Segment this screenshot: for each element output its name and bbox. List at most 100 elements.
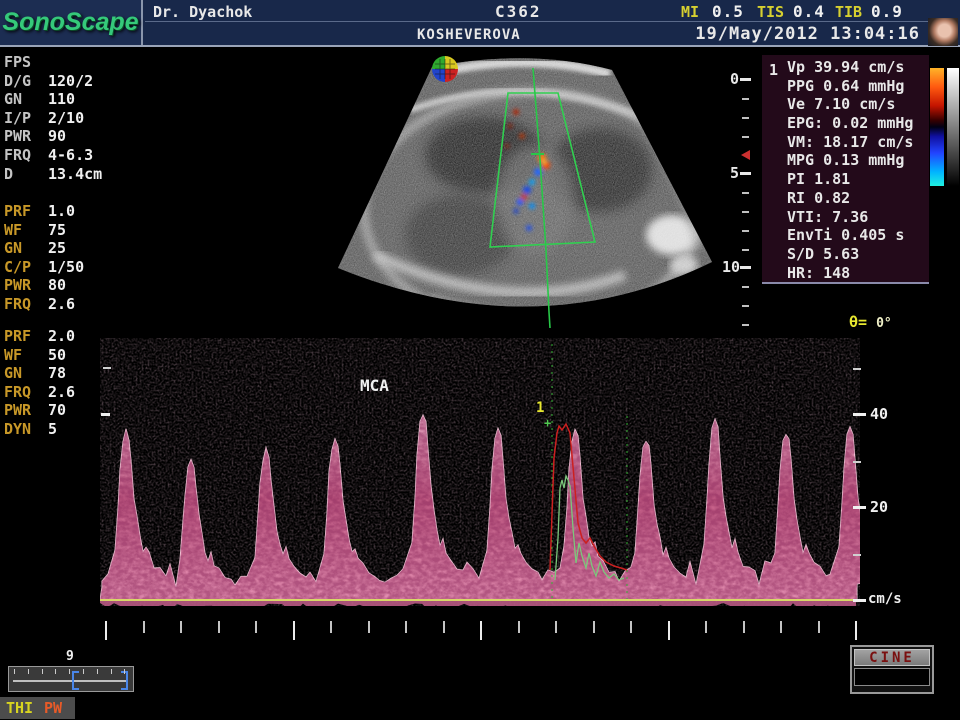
brand-area: SonoScape [0,0,143,45]
param-row: C/P1/50 [4,258,130,277]
cine-scrubber[interactable] [8,666,134,692]
velocity-tick-minor [853,368,861,370]
tis-value: 0.4 [793,2,825,21]
depth-tick-major [740,78,751,81]
cine-button[interactable]: CINE [850,645,934,694]
background-noise [100,338,858,596]
param-value: 120/2 [48,72,93,90]
velocity-tick-baseline [853,599,866,602]
thi-mode-button[interactable]: THI [6,699,33,717]
velocity-tick-major [101,413,110,416]
patient-thumbnail [928,18,958,46]
depth-tick-major [740,266,751,269]
velocity-tick-minor [853,461,861,463]
scrubber-bracket-left-icon[interactable] [72,671,79,690]
time-tick-minor [143,621,145,633]
param-row: GN25 [4,239,130,258]
measurement-row: Ve 7.10 cm/s [762,95,929,114]
depth-tick-minor [742,286,749,288]
angle-label: θ= [849,313,867,331]
doppler-color-bar [930,68,944,186]
time-tick-major [668,621,670,640]
time-tick-major [480,621,482,640]
scrubber-tick [69,669,70,674]
param-label: D [4,165,48,184]
time-tick-minor [780,621,782,633]
tib-value: 0.9 [871,2,903,21]
param-value: 4-6.3 [48,146,93,164]
time-tick-minor [630,621,632,633]
param-row: PWR90 [4,127,130,146]
measurement-row: HR: 148 [762,264,929,283]
spectral-doppler-display [100,338,860,606]
param-row: PWR80 [4,276,130,295]
depth-tick-minor [742,230,749,232]
time-tick-minor [180,621,182,633]
measurement-index: 1 [769,61,778,79]
param-label: DYN [4,420,48,439]
param-label: PWR [4,127,48,146]
angle-value: 0° [876,316,892,331]
measurement-results-panel: 1 Vp 39.94 cm/sPPG 0.64 mmHgVe 7.10 cm/s… [762,55,929,284]
param-label: WF [4,346,48,365]
param-label: FRQ [4,295,48,314]
time-tick-minor [705,621,707,633]
param-label: PWR [4,401,48,420]
brand-logo: SonoScape [2,8,138,37]
measurement-row: EPG: 0.02 mmHg [762,114,929,133]
scrubber-tick [124,669,125,674]
param-value: 2/10 [48,109,84,127]
param-label: GN [4,364,48,383]
param-label: D/G [4,72,48,91]
param-label: PRF [4,327,48,346]
time-tick-major [855,621,857,640]
datetime: 19/May/2012 13:04:16 [695,24,920,44]
time-tick-minor [818,621,820,633]
param-value: 2.6 [48,295,75,313]
mi-value: 0.5 [712,2,744,21]
measurement-row: S/D 5.63 [762,245,929,264]
scrubber-track[interactable] [13,680,127,682]
scrubber-tick [42,669,43,674]
param-value: 25 [48,239,66,257]
param-row: D13.4cm [4,165,130,184]
measurement-row: PPG 0.64 mmHg [762,77,929,96]
param-label: PWR [4,276,48,295]
tib-label: TIB [835,3,862,21]
param-label: I/P [4,109,48,128]
pw-mode-button[interactable]: PW [44,699,62,717]
mode-bar: THI PW [0,697,75,719]
cine-button-label[interactable]: CINE [854,649,930,666]
param-value: 1/50 [48,258,84,276]
time-tick-minor [555,621,557,633]
param-row: D/G120/2 [4,72,130,91]
velocity-tick-major [853,506,866,509]
param-value: 75 [48,221,66,239]
velocity-tick-major [853,413,866,416]
param-value: 70 [48,401,66,419]
doctor-name: Dr. Dyachok [153,3,252,21]
grayscale-bar [947,68,959,186]
param-label: FRQ [4,383,48,402]
param-label: PRF [4,202,48,221]
depth-label: 10 [722,258,740,276]
probe-model: C362 [495,2,542,21]
cine-frame-number: 9 [66,649,74,664]
time-tick-minor [218,621,220,633]
status-row-2: KOSHEVEROVA 19/May/2012 13:04:16 [145,23,928,45]
param-value: 13.4cm [48,165,102,183]
velocity-tick-minor [103,367,111,369]
param-row: GN110 [4,90,130,109]
scrubber-tick [111,669,112,674]
focus-marker-icon[interactable] [741,150,750,160]
param-label: GN [4,90,48,109]
param-row: WF75 [4,221,130,240]
param-label: FRQ [4,146,48,165]
velocity-unit-label: cm/s [868,591,902,607]
depth-label: 0 [730,70,739,88]
beat-marker-number: 1 [536,400,544,416]
param-value: 2.0 [48,327,75,345]
ultrasound-screen: { "header": { "logo": "SonoScape", "doct… [0,0,960,720]
depth-tick-minor [742,324,749,326]
depth-tick-minor [742,249,749,251]
